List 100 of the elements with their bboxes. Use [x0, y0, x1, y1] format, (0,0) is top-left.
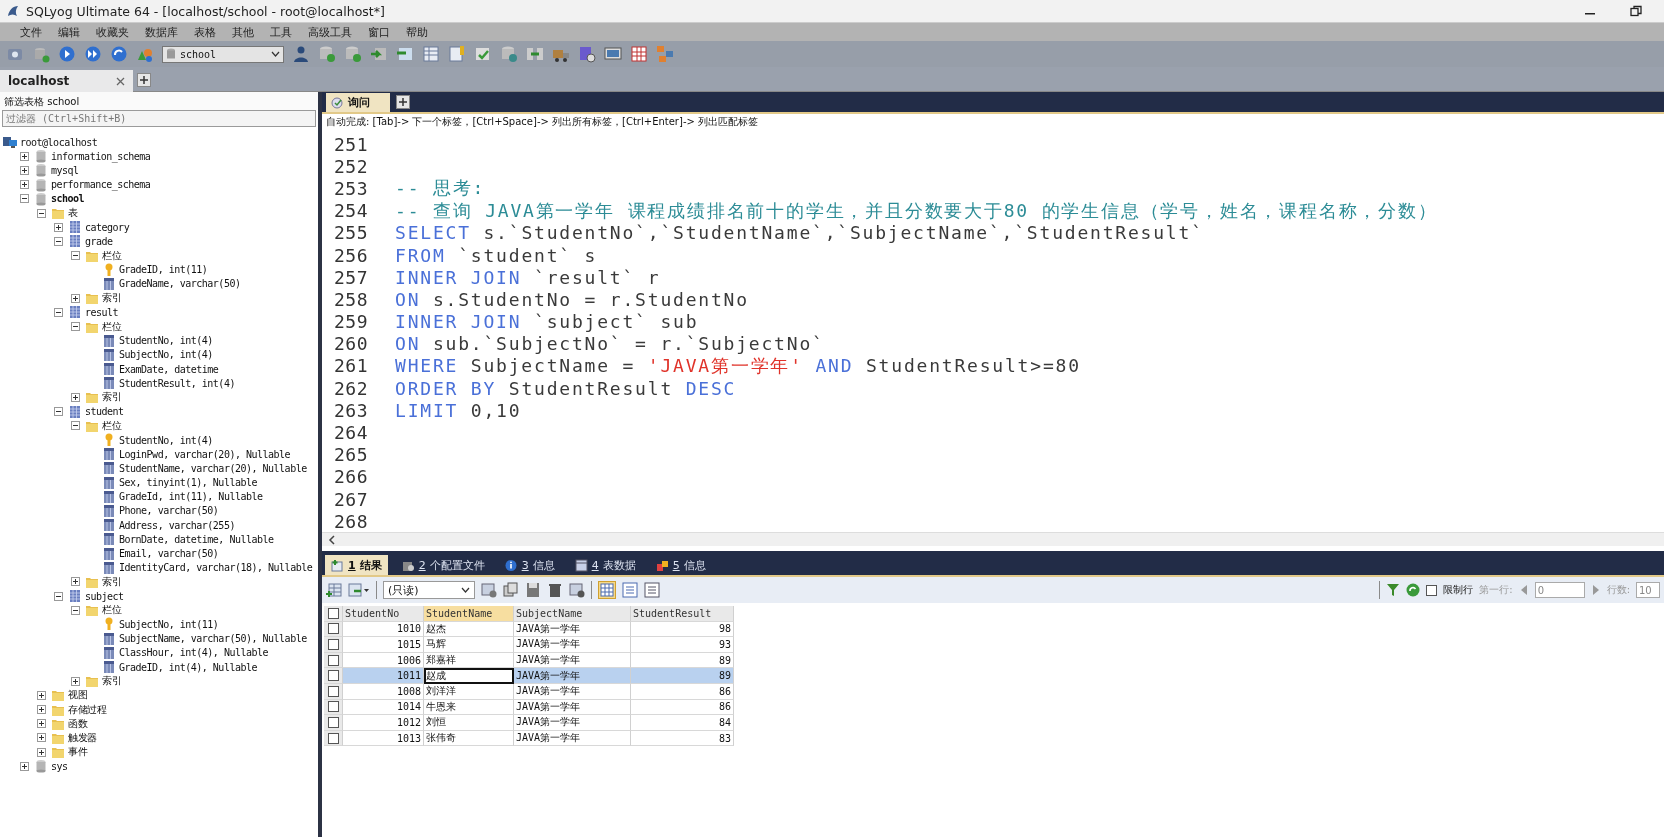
tree-item[interactable]: StudentNo, int(4) — [119, 335, 213, 347]
copy-icon[interactable] — [503, 582, 519, 598]
select-all-checkbox[interactable] — [327, 607, 339, 619]
tree-item[interactable]: 栏位 — [102, 603, 121, 618]
menu-item[interactable]: 窗口 — [368, 24, 390, 40]
tree-item[interactable]: StudentNo, int(4) — [119, 434, 213, 446]
expand-icon[interactable] — [20, 165, 29, 175]
expand-icon[interactable] — [54, 222, 63, 232]
tree-item[interactable]: GradeID, int(4), Nullable — [119, 661, 257, 673]
filter-field[interactable]: 过滤器 (Ctrl+Shift+B) — [2, 110, 316, 127]
result-tab[interactable]: 2 个配置文件 — [395, 555, 491, 575]
collapse-icon[interactable] — [54, 236, 63, 246]
column-header[interactable]: SubjectName — [514, 606, 631, 622]
limit-rows-checkbox[interactable] — [1426, 584, 1438, 596]
tree-item[interactable]: ClassHour, int(4), Nullable — [119, 647, 269, 659]
trash-icon[interactable] — [547, 582, 563, 598]
table-export-icon[interactable] — [348, 582, 370, 598]
menu-item[interactable]: 收藏夹 — [96, 24, 129, 40]
tree-item[interactable]: sys — [51, 760, 68, 772]
tree-item[interactable]: root@localhost — [20, 136, 98, 148]
connection-tab[interactable]: localhost — [0, 70, 133, 92]
tree-item[interactable]: GradeID, int(11) — [119, 264, 208, 276]
row-checkbox[interactable] — [327, 701, 339, 713]
text-view-icon[interactable] — [644, 582, 660, 598]
collapse-icon[interactable] — [71, 421, 80, 431]
expand-icon[interactable] — [20, 151, 29, 161]
user-icon[interactable] — [292, 45, 310, 63]
menu-item[interactable]: 表格 — [194, 24, 216, 40]
tree-item[interactable]: 索引 — [102, 574, 121, 589]
tree-item[interactable]: StudentResult, int(4) — [119, 377, 235, 389]
menu-item[interactable]: 数据库 — [145, 24, 178, 40]
query-tab[interactable]: 询问 — [326, 93, 390, 112]
result-tab[interactable]: 5 信息 — [649, 555, 712, 575]
tree-item[interactable]: GradeId, int(11), Nullable — [119, 491, 263, 503]
refresh-icon[interactable] — [1406, 583, 1421, 597]
tree-item[interactable]: 存储过程 — [68, 702, 106, 717]
collapse-icon[interactable] — [54, 591, 63, 601]
tree-item[interactable]: result — [85, 306, 119, 318]
tree-item[interactable]: SubjectNo, int(4) — [119, 349, 213, 361]
menu-item[interactable]: 文件 — [20, 24, 42, 40]
menu-item[interactable]: 编辑 — [58, 24, 80, 40]
expand-icon[interactable] — [37, 690, 46, 700]
tree-item[interactable]: category — [85, 221, 130, 233]
save-icon[interactable] — [525, 582, 541, 598]
tree-item[interactable]: 索引 — [102, 390, 121, 405]
row-checkbox[interactable] — [327, 639, 339, 650]
menu-item[interactable]: 工具 — [270, 24, 292, 40]
row-checkbox[interactable] — [327, 654, 339, 666]
expand-icon[interactable] — [37, 747, 46, 757]
refresh-icon[interactable] — [110, 45, 128, 63]
compare-icon[interactable] — [526, 45, 544, 63]
menu-item[interactable]: 高级工具 — [308, 24, 352, 40]
expand-icon[interactable] — [71, 577, 80, 587]
expand-icon[interactable] — [37, 733, 46, 743]
tree-item[interactable]: SubjectNo, int(11) — [119, 618, 219, 630]
expand-icon[interactable] — [71, 676, 80, 686]
tree-item[interactable]: 函数 — [68, 716, 87, 731]
restore-icon[interactable] — [1630, 5, 1642, 17]
collapse-icon[interactable] — [54, 307, 63, 317]
tree-item[interactable]: Sex, tinyint(1), Nullable — [119, 477, 257, 489]
tree-item[interactable]: ExamDate, datetime — [119, 363, 219, 375]
expand-icon[interactable] — [20, 180, 29, 190]
collapse-icon[interactable] — [54, 407, 63, 417]
tree-item[interactable]: subject — [85, 590, 124, 602]
filter-icon[interactable] — [1386, 583, 1401, 597]
collapse-icon[interactable] — [20, 194, 29, 204]
row-checkbox[interactable] — [327, 732, 339, 744]
tree-item[interactable]: StudentName, varchar(20), Nullable — [119, 462, 307, 474]
tree-item[interactable]: grade — [85, 235, 113, 247]
table-grid-icon[interactable] — [630, 45, 648, 63]
tree-item[interactable]: performance_schema — [51, 179, 151, 191]
menu-item[interactable]: 其他 — [232, 24, 254, 40]
tree-item[interactable]: 表 — [68, 206, 78, 221]
expand-icon[interactable] — [20, 761, 29, 771]
row-checkbox[interactable] — [327, 623, 339, 635]
tree-item[interactable]: 栏位 — [102, 248, 121, 263]
add-tab-icon[interactable] — [396, 95, 410, 109]
row-count-field[interactable]: 10 — [1636, 582, 1660, 598]
result-tab[interactable]: 1 结果 — [325, 555, 388, 575]
table-check-icon[interactable] — [474, 45, 492, 63]
monitor-icon[interactable] — [604, 45, 622, 63]
grid-view-icon[interactable] — [598, 581, 616, 599]
tree-item[interactable]: 栏位 — [102, 418, 121, 433]
tree-item[interactable]: BornDate, datetime, Nullable — [119, 533, 274, 545]
row-checkbox[interactable] — [327, 685, 339, 697]
tree-item[interactable]: student — [85, 406, 124, 418]
play-icon[interactable] — [58, 45, 76, 63]
tree-item[interactable]: GradeName, varchar(50) — [119, 278, 241, 290]
expand-icon[interactable] — [37, 719, 46, 729]
collapse-icon[interactable] — [71, 605, 80, 615]
tree-item[interactable]: LoginPwd, varchar(20), Nullable — [119, 448, 291, 460]
row-checkbox[interactable] — [327, 716, 339, 728]
tree-item[interactable]: school — [51, 193, 85, 205]
tree-item[interactable]: mysql — [51, 164, 79, 176]
first-row-field[interactable]: 0 — [1534, 582, 1585, 598]
result-tab[interactable]: 4 表数据 — [568, 555, 642, 575]
tree-item[interactable]: 索引 — [102, 674, 121, 689]
horizontal-scrollbar[interactable] — [322, 532, 1664, 546]
result-tab[interactable]: 3 信息 — [498, 555, 561, 575]
mode-dropdown[interactable]: (只读) — [383, 581, 475, 599]
